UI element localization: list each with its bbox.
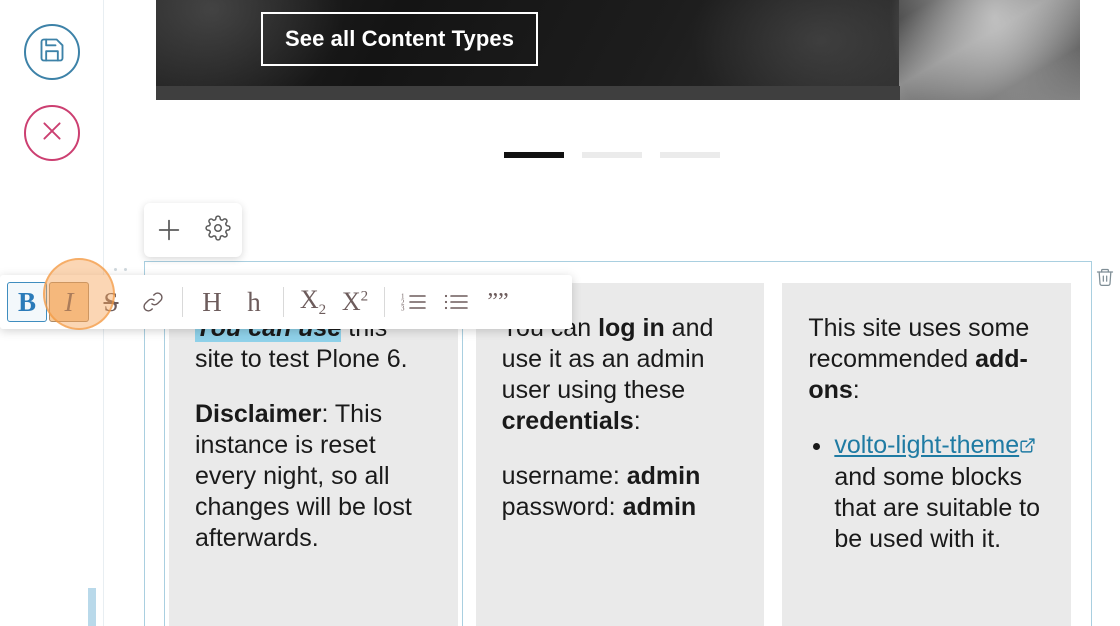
password-value: admin	[622, 493, 697, 521]
toolbar-separator-2	[283, 287, 284, 317]
see-all-content-types-button[interactable]: See all Content Types	[261, 12, 539, 66]
password-label: password:	[501, 493, 623, 521]
italic-button[interactable]: I	[49, 282, 89, 322]
blockquote-button[interactable]: ””	[478, 282, 518, 322]
addons-list-item-text: and some blocks that are suitable to be …	[834, 463, 1041, 553]
username-label: username:	[501, 462, 627, 490]
credentials-label: credentials	[501, 407, 634, 435]
superscript-icon: X2	[341, 287, 369, 316]
delete-block-button[interactable]	[1092, 264, 1118, 294]
bold-icon: B	[17, 286, 36, 317]
save-icon	[38, 36, 66, 69]
bullet-list-button[interactable]	[436, 282, 476, 322]
external-link-icon	[1019, 431, 1036, 462]
teaser-card-test[interactable]: You can use this site to test Plone 6. D…	[164, 278, 463, 626]
list-item: volto-light-theme and some blocks that a…	[834, 430, 1045, 555]
rich-text-format-toolbar: B I S H h X2 X2 1 2 3 ””	[0, 275, 572, 329]
hero-image-right	[890, 0, 1080, 100]
subscript-icon: X2	[299, 284, 327, 319]
carousel-indicators	[104, 152, 1120, 158]
teaser-grid: You can use this site to test Plone 6. D…	[164, 278, 1072, 626]
svg-text:3: 3	[401, 305, 405, 313]
addons-list: volto-light-theme and some blocks that a…	[808, 430, 1045, 555]
teaser-card-addons[interactable]: This site uses some recommended add-ons:…	[782, 283, 1072, 626]
toolbar-separator-1	[182, 287, 183, 317]
login-label: log in	[598, 314, 665, 342]
carousel-dot-2[interactable]	[582, 152, 642, 158]
toolbar-separator-3	[384, 287, 385, 317]
card2-post: :	[633, 407, 641, 435]
volto-light-theme-link[interactable]: volto-light-theme	[834, 431, 1019, 459]
save-button[interactable]	[24, 24, 80, 80]
card3-paragraph-1: This site uses some recommended add-ons:	[808, 313, 1045, 406]
close-icon	[38, 117, 66, 150]
card3-post: :	[852, 376, 860, 404]
hero-footer-bar	[156, 86, 900, 100]
block-add-toolbar	[144, 203, 242, 257]
trash-icon	[1095, 267, 1115, 292]
card1-paragraph-2: Disclaimer: This instance is reset every…	[195, 399, 432, 554]
add-block-button[interactable]	[155, 216, 183, 244]
hero-banner-block[interactable]: See all Content Types	[156, 0, 1080, 100]
subheading-icon: h	[247, 286, 261, 317]
subscript-button[interactable]: X2	[293, 282, 333, 322]
bold-button[interactable]: B	[7, 282, 47, 322]
disclaimer-label: Disclaimer	[195, 400, 322, 428]
superscript-button[interactable]: X2	[335, 282, 375, 322]
block-settings-button[interactable]	[205, 214, 231, 246]
strikethrough-icon: S	[103, 286, 119, 317]
gear-icon	[205, 214, 231, 246]
strikethrough-button[interactable]: S	[91, 282, 131, 322]
hero-decoration-right	[890, 0, 1080, 100]
numbered-list-button[interactable]: 1 2 3	[394, 282, 434, 322]
subheading-button[interactable]: h	[234, 282, 274, 322]
carousel-dot-3[interactable]	[660, 152, 720, 158]
left-accent-bar	[88, 588, 96, 626]
teaser-card-credentials[interactable]: You can log in and use it as an admin us…	[475, 283, 765, 626]
bullet-list-icon	[442, 290, 470, 314]
heading-button[interactable]: H	[192, 282, 232, 322]
username-value: admin	[626, 462, 701, 490]
plone-volto-editor-screen: See all Content Types You can use this s…	[0, 0, 1120, 626]
heading-icon: H	[202, 286, 222, 317]
italic-icon: I	[64, 286, 74, 317]
card2-paragraph-2: username: admin password: admin	[502, 461, 739, 523]
carousel-dot-1[interactable]	[504, 152, 564, 158]
numbered-list-icon: 1 2 3	[400, 290, 428, 314]
link-icon	[140, 289, 166, 315]
link-button[interactable]	[133, 282, 173, 322]
blockquote-icon: ””	[487, 288, 509, 315]
cancel-button[interactable]	[24, 105, 80, 161]
card2-paragraph-1: You can log in and use it as an admin us…	[502, 313, 739, 437]
